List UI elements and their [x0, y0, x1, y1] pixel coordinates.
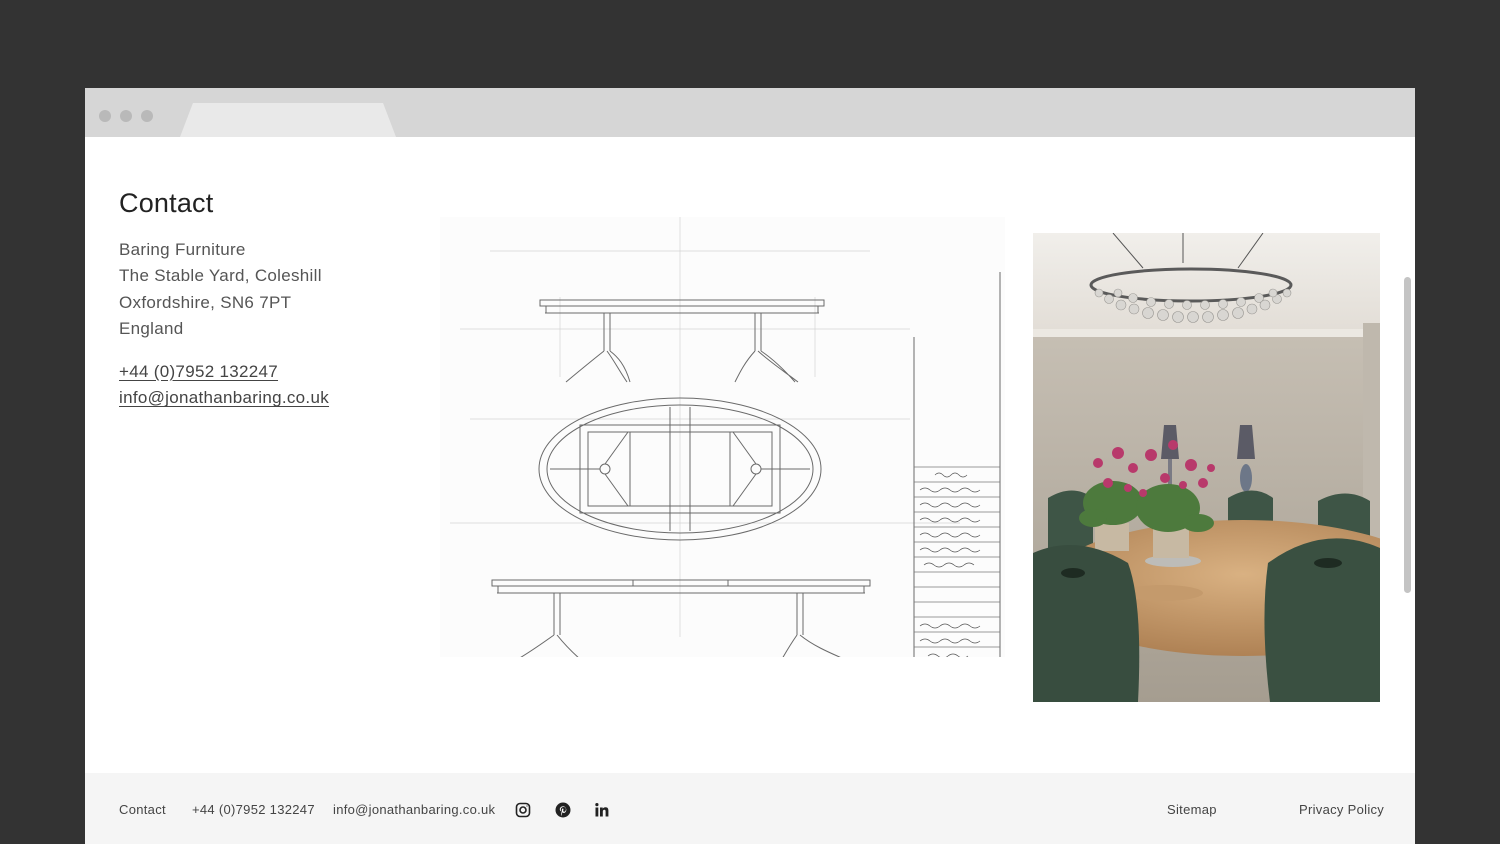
- window-maximize-dot[interactable]: [141, 110, 153, 122]
- address-line-country: England: [119, 318, 184, 338]
- table-design-drawing: [440, 217, 1005, 716]
- window-close-dot[interactable]: [99, 110, 111, 122]
- site-footer: Contact +44 (0)7952 132247 info@jonathan…: [85, 773, 1415, 844]
- vertical-scrollbar[interactable]: [1404, 277, 1411, 593]
- footer-privacy-link[interactable]: Privacy Policy: [1299, 802, 1384, 817]
- footer-email-link[interactable]: info@jonathanbaring.co.uk: [333, 802, 495, 817]
- window-minimize-dot[interactable]: [120, 110, 132, 122]
- footer-contact-link[interactable]: Contact: [119, 802, 166, 817]
- footer-phone-link[interactable]: +44 (0)7952 132247: [192, 802, 315, 817]
- page-title: Contact: [119, 188, 214, 218]
- address-line-street: The Stable Yard, Coleshill: [119, 266, 322, 286]
- browser-tab[interactable]: [180, 103, 396, 137]
- page-content: Contact Baring Furniture The Stable Yard…: [85, 137, 1415, 773]
- footer-sitemap-link[interactable]: Sitemap: [1167, 802, 1217, 817]
- email-link[interactable]: info@jonathanbaring.co.uk: [119, 385, 329, 411]
- instagram-icon[interactable]: [515, 802, 531, 818]
- browser-window: Contact Baring Furniture The Stable Yard…: [85, 88, 1415, 844]
- linkedin-icon[interactable]: [594, 802, 610, 818]
- phone-link[interactable]: +44 (0)7952 132247: [119, 359, 329, 385]
- address-line-company: Baring Furniture: [119, 240, 246, 259]
- address-line-county: Oxfordshire, SN6 7PT: [119, 292, 292, 312]
- pinterest-icon[interactable]: [555, 802, 571, 818]
- address-block: Baring Furniture The Stable Yard, Colesh…: [119, 237, 322, 342]
- contact-links: +44 (0)7952 132247 info@jonathanbaring.c…: [119, 359, 329, 412]
- dining-room-photo: [1033, 233, 1380, 702]
- browser-titlebar: [85, 88, 1415, 137]
